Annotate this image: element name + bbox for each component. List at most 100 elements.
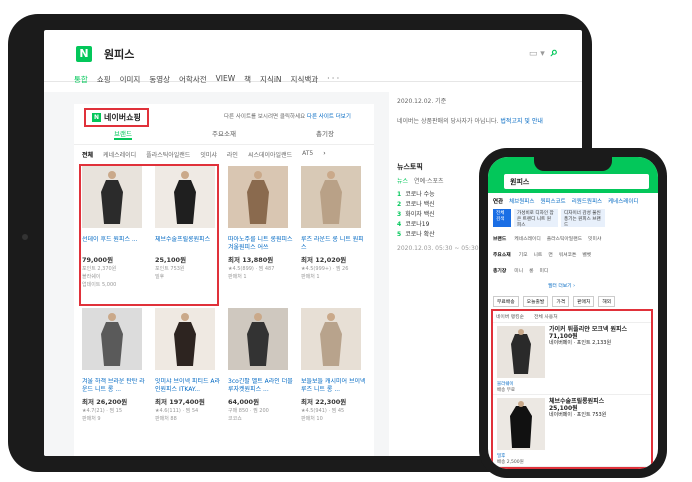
camera-icon: [22, 234, 28, 240]
brand-all[interactable]: 전체: [82, 150, 93, 159]
product-card[interactable]: 루즈 라운드 롱 니트 원피스 최저 12,020원 ★4.5(999+) · 찜 …: [301, 166, 369, 304]
product-card[interactable]: 3co긴팔 벨트 A라인 더블루자켓원피스 ... 64,000원 구매 850 ·…: [228, 308, 296, 446]
sort-option[interactable]: 오늘출발: [522, 296, 549, 307]
filter-option[interactable]: 롱: [529, 267, 533, 274]
product-image[interactable]: [228, 308, 288, 370]
product-card[interactable]: 보들보들 캐시미어 브이넥 루즈 니트 롱 ... 최저 22,300원 ★4.5(…: [301, 308, 369, 446]
list-item[interactable]: 체브수술프릴롱원피스 25,100원 네이버페이 · 포인트 753원 밀후 배…: [493, 395, 651, 467]
tab-dictionary[interactable]: 어학사전: [179, 74, 207, 85]
tab-book[interactable]: 책: [244, 74, 251, 85]
tab-more[interactable]: · · ·: [327, 74, 339, 85]
news-tab-entertainment[interactable]: 연예·스포츠: [414, 176, 444, 185]
brand-item[interactable]: 잇미샤: [200, 150, 217, 159]
item-name[interactable]: 가이커 튀플리얀 모크넥 원피스: [549, 326, 649, 333]
news-text: 코로나19: [405, 221, 430, 228]
search-input[interactable]: 원피스: [104, 46, 134, 62]
tab-image[interactable]: 이미지: [120, 74, 141, 85]
filter-option[interactable]: 니트: [533, 251, 542, 258]
product-card[interactable]: 잇미샤 브이넥 피티드 A라인원피스 ITKAY... 최저 197,400원 ★4…: [155, 308, 223, 446]
product-image[interactable]: [155, 308, 215, 370]
filter-option[interactable]: 미니: [514, 267, 523, 274]
filter-option[interactable]: 벨벳: [582, 251, 591, 258]
item-meta: 네이버페이 · 포인트 2,133원: [549, 340, 612, 346]
phone-search-input[interactable]: 원피스: [504, 174, 649, 189]
filter-label: 주요소재: [493, 253, 511, 258]
brand-item[interactable]: 케네스레이디: [103, 150, 136, 159]
product-card[interactable]: 따아노주를 니트 롱원피스 겨울원피스 어쓰 최저 13,880원 ★4.5(899…: [228, 166, 296, 304]
filter-option[interactable]: 잇미샤: [588, 235, 601, 242]
chevron-right-icon[interactable]: ›: [323, 150, 325, 159]
item-info: 체브수술프릴롱원피스 25,100원 네이버페이 · 포인트 753원: [549, 398, 649, 419]
filter-more-button[interactable]: 필터 더보기 ›: [548, 282, 575, 289]
related-item[interactable]: 원피스코트: [540, 197, 565, 205]
subtab-length[interactable]: 총기장: [316, 128, 334, 140]
filter-option[interactable]: 워셔코튼: [559, 251, 577, 258]
sort-dropdown[interactable]: 네이버 랭킹순: [496, 313, 524, 320]
news-item[interactable]: 1 코로나 수능: [397, 190, 492, 200]
product-price: 최저 22,300원: [301, 398, 347, 406]
legal-link[interactable]: 법적고지 및 안내: [500, 118, 542, 125]
subtab-material[interactable]: 주요소재: [212, 128, 236, 140]
product-name[interactable]: 루즈 라운드 롱 니트 원피스: [301, 236, 369, 252]
filter-option[interactable]: 면: [548, 251, 552, 258]
sort-option[interactable]: 해외: [598, 296, 616, 307]
product-image[interactable]: [228, 166, 288, 228]
news-tabs: 뉴스 연예·스포츠: [397, 176, 444, 185]
theme-chip[interactable]: 디자이너 감성 물씬 풍기는 원피스 브랜드: [561, 209, 605, 227]
filter-label: 브랜드: [493, 237, 507, 242]
search-tabs: 통합 쇼핑 이미지 동영상 어학사전 VIEW 책 지식iN 지식백과 · · …: [74, 74, 339, 85]
product-name[interactable]: 겨울 하객 브라운 탄탄 라운드 니트 롱 ...: [82, 378, 150, 394]
filter-option[interactable]: 기모: [519, 251, 528, 258]
shopping-title-text: 네이버쇼핑: [104, 113, 141, 122]
chip-all[interactable]: 전체 검색: [493, 209, 511, 227]
tab-all[interactable]: 통합: [74, 74, 88, 85]
item-info: 가이커 튀플리얀 모크넥 원피스 71,100원 네이버페이 · 포인트 2,1…: [549, 326, 649, 347]
filter-option[interactable]: 케네스레이디: [514, 235, 540, 242]
filter-option[interactable]: 미디: [540, 267, 549, 274]
news-tab-news[interactable]: 뉴스: [397, 176, 408, 185]
brand-item[interactable]: 라인: [227, 150, 238, 159]
list-item[interactable]: 가이커 튀플리얀 모크넥 원피스 71,100원 네이버페이 · 포인트 2,1…: [493, 323, 651, 395]
product-image[interactable]: [301, 308, 361, 370]
news-item[interactable]: 2 코로나 백신: [397, 200, 492, 210]
related-item[interactable]: 케네스레이디: [608, 197, 638, 205]
brand-item[interactable]: 씨스데이아일랜드: [248, 150, 292, 159]
sort-option[interactable]: 무료배송: [493, 296, 519, 307]
keyboard-icon[interactable]: ▭ ▾: [529, 49, 545, 59]
scope-dropdown[interactable]: 전체 사용처: [534, 313, 558, 320]
search-header: N 원피스 ▭ ▾ ⌕ 통합 쇼핑 이미지 동영상 어학사전 VIEW 책 지식i…: [44, 30, 582, 85]
search-icon[interactable]: ⌕: [551, 45, 558, 60]
related-item[interactable]: 리원드원피스: [572, 197, 602, 205]
product-extra: 판매처 88: [155, 416, 177, 422]
subtab-brand[interactable]: 브랜드: [114, 128, 132, 140]
news-item[interactable]: 3 화이자 백신: [397, 210, 492, 220]
sort-option[interactable]: 가격: [552, 296, 570, 307]
shopping-title[interactable]: N 네이버쇼핑: [84, 108, 149, 127]
related-item[interactable]: 체브원피스: [509, 197, 534, 205]
news-text: 코로나 백신: [405, 201, 435, 208]
sort-option[interactable]: 판매처: [573, 296, 595, 307]
product-name[interactable]: 보들보들 캐시미어 브이넥 루즈 니트 롱 ...: [301, 378, 369, 394]
filter-option[interactable]: 플라스틱아일랜드: [547, 235, 582, 242]
product-meta: ★4.5(941) · 찜 45: [301, 408, 345, 414]
news-item[interactable]: 5 코로나 확산: [397, 230, 492, 240]
tab-shopping[interactable]: 쇼핑: [97, 74, 111, 85]
shopping-subtabs: 브랜드 주요소재 총기장: [74, 128, 374, 145]
naver-logo[interactable]: N: [76, 46, 92, 62]
more-sites-link[interactable]: 다른 사이트 더보기: [307, 114, 351, 120]
item-name[interactable]: 체브수술프릴롱원피스: [549, 398, 649, 405]
product-image[interactable]: [82, 308, 142, 370]
news-item[interactable]: 4 코로나19: [397, 220, 492, 230]
product-image[interactable]: [301, 166, 361, 228]
product-name[interactable]: 3co긴팔 벨트 A라인 더블루자켓원피스 ...: [228, 378, 296, 394]
product-name[interactable]: 잇미샤 브이넥 피티드 A라인원피스 ITKAY...: [155, 378, 223, 394]
tab-video[interactable]: 동영상: [149, 74, 170, 85]
product-name[interactable]: 따아노주를 니트 롱원피스 겨울원피스 어쓰: [228, 236, 296, 252]
tab-view[interactable]: VIEW: [216, 74, 236, 85]
tab-encyclopedia[interactable]: 지식백과: [291, 74, 319, 85]
theme-chip[interactable]: 가성비로 디자인 잡은 트렌디 니트 원피스: [514, 209, 558, 227]
brand-item[interactable]: AT5: [302, 150, 313, 159]
product-card[interactable]: 겨울 하객 브라운 탄탄 라운드 니트 롱 ... 최저 26,200원 ★4.7(…: [82, 308, 150, 446]
tab-kin[interactable]: 지식iN: [260, 74, 282, 85]
brand-item[interactable]: 플라스틱아일랜드: [146, 150, 190, 159]
